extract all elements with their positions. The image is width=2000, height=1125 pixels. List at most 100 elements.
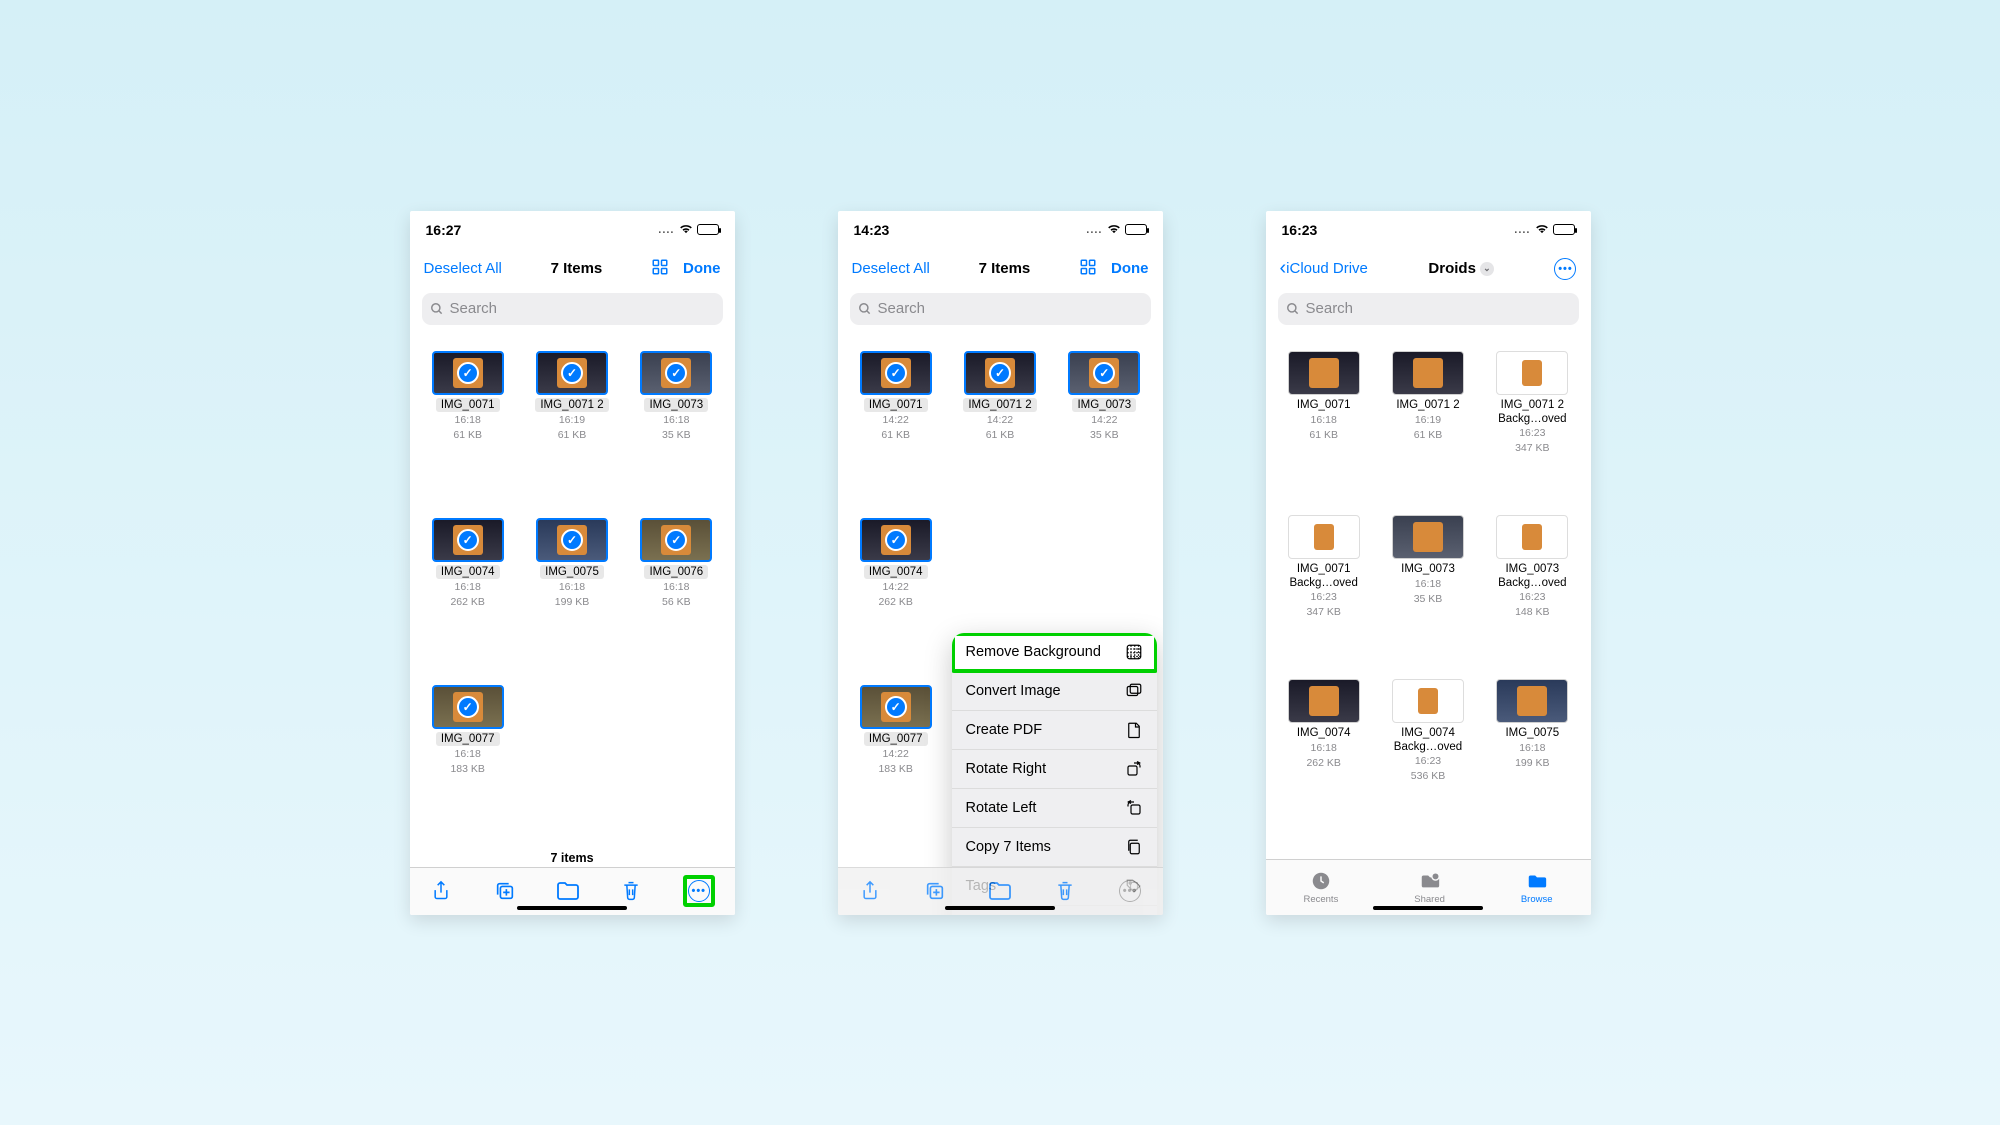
selected-check-icon: ✓ [885,362,907,384]
file-item[interactable]: IMG_0071 216:1961 KB [1380,351,1476,455]
deselect-all-button[interactable]: Deselect All [852,260,930,277]
search-placeholder: Search [878,300,926,317]
wifi-icon [1535,222,1549,237]
file-time: 16:23 [1311,591,1337,604]
file-name: IMG_0073 [1396,562,1460,576]
file-time: 16:18 [1519,742,1545,755]
file-item[interactable]: ✓IMG_0071 216:1961 KB [524,351,620,442]
more-icon[interactable]: ••• [1118,879,1142,903]
file-item[interactable]: IMG_0071 2Backg…oved16:23347 KB [1484,351,1580,455]
file-name: IMG_0077 [864,732,928,746]
share-icon[interactable] [858,879,882,903]
nav-bar: Deselect All 7 Items Done [410,249,735,289]
back-button[interactable]: ‹ iCloud Drive [1280,257,1368,280]
file-size: 35 KB [1414,593,1443,606]
menu-remove-background[interactable]: Remove Background [952,633,1157,672]
file-item[interactable]: ✓IMG_007316:1835 KB [628,351,724,442]
page-title: Droids ⌄ [1428,260,1494,277]
file-time: 14:22 [987,414,1013,427]
file-item[interactable]: ✓IMG_007414:22262 KB [848,518,944,609]
share-icon[interactable] [429,879,453,903]
trash-icon[interactable] [1053,879,1077,903]
file-thumbnail: ✓ [536,351,608,395]
home-indicator [1373,906,1483,910]
file-item[interactable]: IMG_0073Backg…oved16:23148 KB [1484,515,1580,619]
search-input[interactable]: Search [850,293,1151,325]
menu-rotate-left[interactable]: Rotate Left [952,789,1157,828]
file-name: IMG_0074 [864,565,928,579]
file-size: 347 KB [1515,442,1549,455]
tab-shared[interactable]: Shared [1414,870,1445,905]
chevron-down-icon[interactable]: ⌄ [1480,262,1494,276]
chevron-left-icon: ‹ [1280,257,1287,280]
home-indicator [517,906,627,910]
file-time: 16:18 [1311,414,1337,427]
file-subtitle: Backg…oved [1394,741,1462,753]
menu-rotate-right[interactable]: Rotate Right [952,750,1157,789]
search-input[interactable]: Search [422,293,723,325]
more-icon[interactable]: ••• [688,880,710,902]
file-item[interactable]: ✓IMG_007616:1856 KB [628,518,724,609]
menu-convert-image[interactable]: Convert Image [952,672,1157,711]
file-item[interactable]: IMG_007416:18262 KB [1276,679,1372,783]
file-thumbnail [1496,515,1568,559]
folder-icon[interactable] [556,879,580,903]
file-thumbnail: ✓ [640,518,712,562]
battery-icon [1125,224,1147,235]
deselect-all-button[interactable]: Deselect All [424,260,502,277]
wifi-icon [679,222,693,237]
file-thumbnail: ✓ [536,518,608,562]
file-size: 183 KB [450,763,484,776]
folder-icon[interactable] [988,879,1012,903]
file-item[interactable]: ✓IMG_007714:22183 KB [848,685,944,776]
file-name: IMG_0075 [540,565,604,579]
grid-view-icon[interactable] [1079,258,1097,280]
file-name: IMG_0076 [644,565,708,579]
file-name: IMG_0074 [436,565,500,579]
menu-create-pdf[interactable]: Create PDF [952,711,1157,750]
selected-check-icon: ✓ [457,362,479,384]
file-size: 199 KB [1515,757,1549,770]
file-item[interactable]: IMG_007516:18199 KB [1484,679,1580,783]
done-button[interactable]: Done [683,260,721,277]
file-item[interactable]: ✓IMG_007516:18199 KB [524,518,620,609]
file-thumbnail: ✓ [860,685,932,729]
file-time: 14:22 [883,748,909,761]
duplicate-icon[interactable] [493,879,517,903]
file-thumbnail: ✓ [432,518,504,562]
file-name: IMG_0071 2 [1391,398,1464,412]
file-item[interactable]: ✓IMG_007114:2261 KB [848,351,944,442]
file-item[interactable]: ✓IMG_007416:18262 KB [420,518,516,609]
file-size: 148 KB [1515,606,1549,619]
file-thumbnail [1392,679,1464,723]
file-time: 14:22 [883,581,909,594]
file-item[interactable]: ✓IMG_0071 214:2261 KB [952,351,1048,442]
search-placeholder: Search [1306,300,1354,317]
duplicate-icon[interactable] [923,879,947,903]
selected-check-icon: ✓ [561,362,583,384]
file-name: IMG_0073 [1072,398,1136,412]
page-title: 7 Items [551,260,603,277]
file-size: 61 KB [1414,429,1443,442]
tab-recents[interactable]: Recents [1303,870,1338,905]
file-item[interactable]: IMG_0074Backg…oved16:23536 KB [1380,679,1476,783]
trash-icon[interactable] [619,879,643,903]
file-item[interactable]: IMG_0071Backg…oved16:23347 KB [1276,515,1372,619]
menu-copy-items[interactable]: Copy 7 Items [952,828,1157,867]
file-size: 61 KB [453,429,482,442]
file-item[interactable]: ✓IMG_007116:1861 KB [420,351,516,442]
file-size: 61 KB [558,429,587,442]
grid-view-icon[interactable] [651,258,669,280]
file-item[interactable]: ✓IMG_007314:2235 KB [1056,351,1152,442]
done-button[interactable]: Done [1111,260,1149,277]
file-name: IMG_0071 2 [963,398,1036,412]
file-size: 61 KB [881,429,910,442]
file-item[interactable]: IMG_007116:1861 KB [1276,351,1372,455]
file-item[interactable]: IMG_007316:1835 KB [1380,515,1476,619]
file-item[interactable]: ✓IMG_007716:18183 KB [420,685,516,776]
search-placeholder: Search [450,300,498,317]
tab-browse[interactable]: Browse [1521,870,1553,905]
more-icon[interactable]: ••• [1554,258,1576,280]
search-input[interactable]: Search [1278,293,1579,325]
home-indicator [945,906,1055,910]
